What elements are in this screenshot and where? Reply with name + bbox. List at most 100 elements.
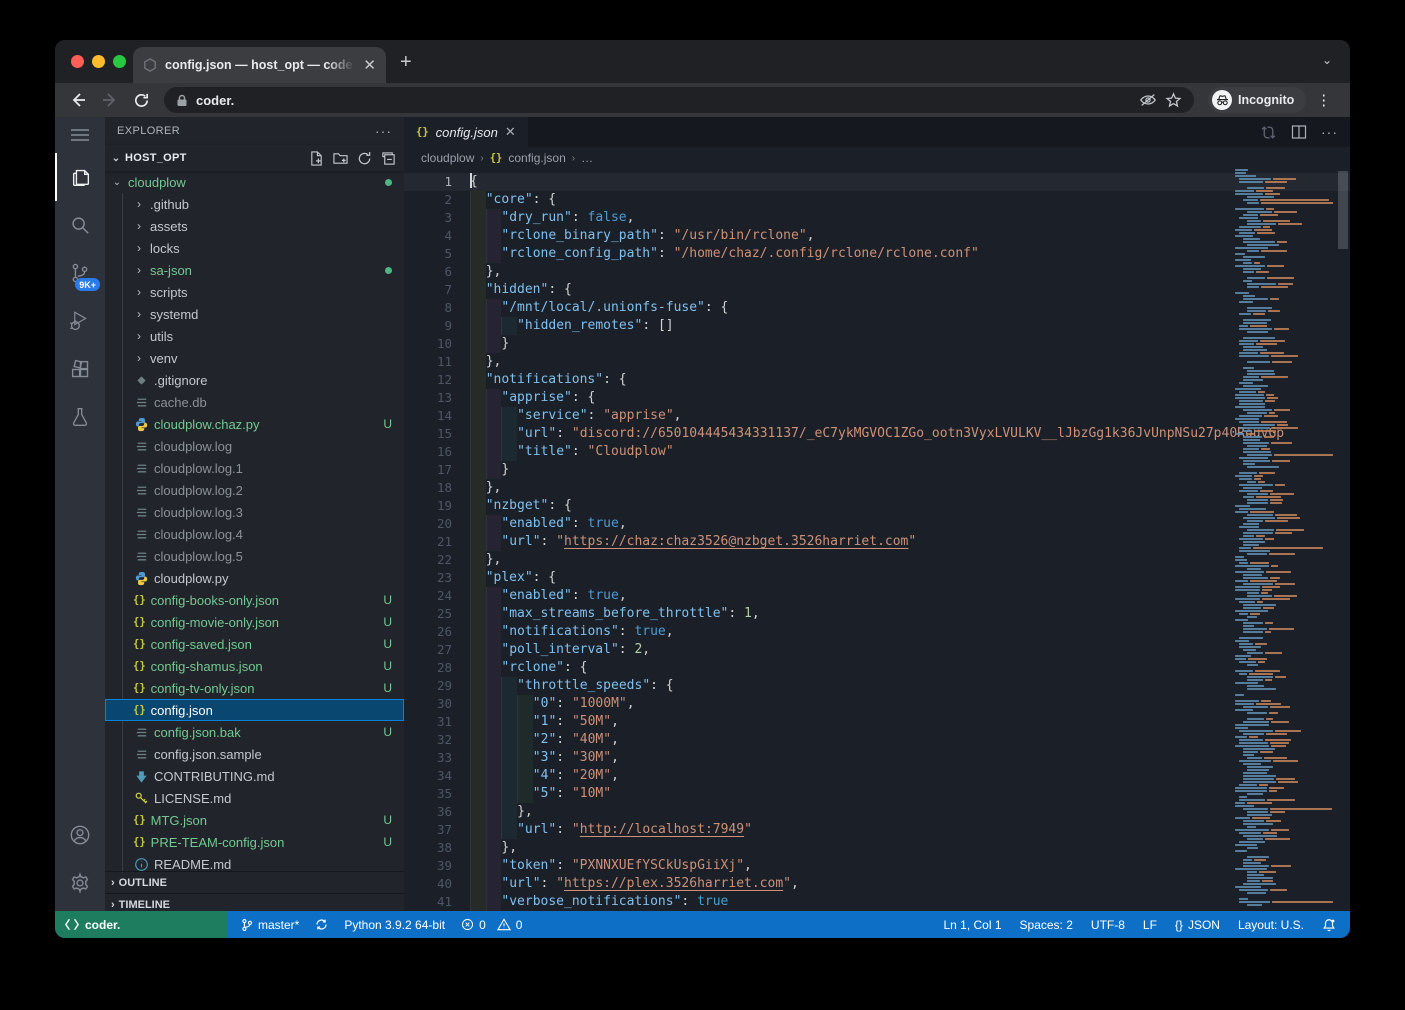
eol-indicator[interactable]: LF	[1143, 918, 1157, 932]
python-interpreter[interactable]: Python 3.9.2 64-bit	[344, 918, 445, 932]
explorer-icon[interactable]	[55, 153, 105, 201]
back-icon[interactable]	[69, 91, 87, 109]
tree-item-CONTRIBUTING.md[interactable]: CONTRIBUTING.md	[105, 765, 404, 787]
tab-search-icon[interactable]: ⌄	[1322, 53, 1332, 67]
editor-tab-config-json[interactable]: {} config.json ✕	[404, 117, 528, 147]
new-tab-button[interactable]: +	[400, 51, 412, 74]
minimap-line	[1233, 457, 1333, 459]
tab-close-icon[interactable]: ✕	[363, 58, 376, 73]
tree-item-PRE-TEAM-config.json[interactable]: {}PRE-TEAM-config.jsonU	[105, 831, 404, 853]
language-indicator[interactable]: {} JSON	[1175, 918, 1220, 932]
encoding-indicator[interactable]: UTF-8	[1091, 918, 1125, 932]
tree-item-scripts[interactable]: ›scripts	[105, 281, 404, 303]
timeline-section[interactable]: › TIMELINE	[105, 893, 404, 911]
tree-item-config-books-only.json[interactable]: {}config-books-only.jsonU	[105, 589, 404, 611]
settings-gear-icon[interactable]	[55, 859, 105, 907]
tree-item-.github[interactable]: ›.github	[105, 193, 404, 215]
tree-item-utils[interactable]: ›utils	[105, 325, 404, 347]
tree-item-config.json.bak[interactable]: config.json.bakU	[105, 721, 404, 743]
tree-item-LICENSE.md[interactable]: LICENSE.md	[105, 787, 404, 809]
open-changes-icon[interactable]	[1260, 124, 1277, 141]
keyboard-layout[interactable]: Layout: U.S.	[1238, 918, 1304, 932]
account-icon[interactable]	[55, 811, 105, 859]
git-branch-indicator[interactable]: master*	[241, 918, 299, 932]
menu-icon[interactable]	[55, 117, 105, 153]
breadcrumb-folder[interactable]: cloudplow	[421, 151, 474, 165]
breadcrumbs[interactable]: cloudplow › {} config.json › …	[404, 147, 1350, 169]
tree-item-cloudplow[interactable]: ⌄cloudplow	[105, 171, 404, 193]
collapse-all-icon[interactable]	[381, 151, 396, 166]
minimap-line	[1233, 709, 1333, 711]
tree-item-config.json[interactable]: {}config.json	[105, 699, 404, 721]
tree-item-config-tv-only.json[interactable]: {}config-tv-only.jsonU	[105, 677, 404, 699]
split-editor-icon[interactable]	[1291, 124, 1307, 140]
reload-icon[interactable]	[133, 92, 150, 109]
tree-item-assets[interactable]: ›assets	[105, 215, 404, 237]
tree-item-config-saved.json[interactable]: {}config-saved.jsonU	[105, 633, 404, 655]
source-control-icon[interactable]: 9K+	[55, 249, 105, 297]
indentation-indicator[interactable]: Spaces: 2	[1020, 918, 1073, 932]
outline-section[interactable]: › OUTLINE	[105, 871, 404, 893]
forward-icon[interactable]	[101, 91, 119, 109]
problems-indicator[interactable]: 0 0	[461, 918, 522, 932]
explorer-more-icon[interactable]: ···	[375, 123, 392, 139]
tree-item-locks[interactable]: ›locks	[105, 237, 404, 259]
macos-traffic-lights[interactable]	[71, 55, 126, 68]
tree-item-MTG.json[interactable]: {}MTG.jsonU	[105, 809, 404, 831]
extensions-icon[interactable]	[55, 345, 105, 393]
search-icon[interactable]	[55, 201, 105, 249]
bookmark-star-icon[interactable]	[1165, 92, 1182, 109]
eye-off-icon[interactable]	[1139, 92, 1157, 108]
tree-item-cloudplow.py[interactable]: cloudplow.py	[105, 567, 404, 589]
cursor-position[interactable]: Ln 1, Col 1	[943, 918, 1001, 932]
workspace-section-header[interactable]: ⌄ HOST_OPT	[105, 145, 404, 171]
tree-item-cloudplow.log.2[interactable]: cloudplow.log.2	[105, 479, 404, 501]
tree-item-cloudplow.log.4[interactable]: cloudplow.log.4	[105, 523, 404, 545]
chevron-right-icon: ›	[133, 329, 145, 343]
minimize-window-button[interactable]	[92, 55, 105, 68]
tree-item-.gitignore[interactable]: .gitignore	[105, 369, 404, 391]
tree-item-config.json.sample[interactable]: config.json.sample	[105, 743, 404, 765]
new-folder-icon[interactable]	[333, 151, 348, 166]
maximize-window-button[interactable]	[113, 55, 126, 68]
editor-tab-close-icon[interactable]: ✕	[505, 124, 516, 140]
browser-menu-icon[interactable]: ⋮	[1316, 91, 1331, 109]
minimap-line	[1233, 742, 1333, 744]
testing-icon[interactable]	[55, 393, 105, 441]
editor-more-icon[interactable]: ···	[1321, 124, 1338, 140]
tree-item-cloudplow.log[interactable]: cloudplow.log	[105, 435, 404, 457]
tree-item-cloudplow.log.5[interactable]: cloudplow.log.5	[105, 545, 404, 567]
minimap-line	[1233, 643, 1333, 645]
minimap-line	[1233, 859, 1333, 861]
line-number: 35	[404, 785, 452, 803]
tree-item-sa-json[interactable]: ›sa-json	[105, 259, 404, 281]
new-file-icon[interactable]	[309, 151, 324, 166]
code-editor[interactable]: 1{2"core": {3"dry_run": false,4"rclone_b…	[404, 169, 1350, 911]
tree-item-cache.db[interactable]: cache.db	[105, 391, 404, 413]
close-window-button[interactable]	[71, 55, 84, 68]
breadcrumb-file[interactable]: config.json	[508, 151, 565, 165]
run-debug-icon[interactable]	[55, 297, 105, 345]
tree-item-config-shamus.json[interactable]: {}config-shamus.jsonU	[105, 655, 404, 677]
tree-item-systemd[interactable]: ›systemd	[105, 303, 404, 325]
tree-item-cloudplow.log.3[interactable]: cloudplow.log.3	[105, 501, 404, 523]
browser-tab[interactable]: config.json — host_opt — code ✕	[133, 47, 386, 83]
minimap-line	[1233, 652, 1333, 654]
url-text[interactable]: coder.	[196, 93, 1131, 108]
indent-guide	[501, 407, 517, 425]
notifications-bell-icon[interactable]	[1322, 918, 1336, 932]
minimap[interactable]	[1233, 169, 1333, 911]
editor-scrollbar[interactable]	[1336, 169, 1350, 911]
remote-indicator[interactable]: coder.	[55, 911, 227, 938]
tree-item-venv[interactable]: ›venv	[105, 347, 404, 369]
breadcrumb-symbol[interactable]: …	[581, 151, 593, 165]
sync-icon[interactable]	[315, 918, 328, 931]
scrollbar-thumb[interactable]	[1338, 171, 1348, 249]
tree-item-README.md[interactable]: README.md	[105, 853, 404, 873]
tree-item-cloudplow.chaz.py[interactable]: cloudplow.chaz.pyU	[105, 413, 404, 435]
address-bar[interactable]: coder.	[164, 87, 1194, 113]
refresh-icon[interactable]	[357, 151, 372, 166]
tree-item-cloudplow.log.1[interactable]: cloudplow.log.1	[105, 457, 404, 479]
code-line: 7"hidden": {	[404, 281, 1350, 299]
tree-item-config-movie-only.json[interactable]: {}config-movie-only.jsonU	[105, 611, 404, 633]
